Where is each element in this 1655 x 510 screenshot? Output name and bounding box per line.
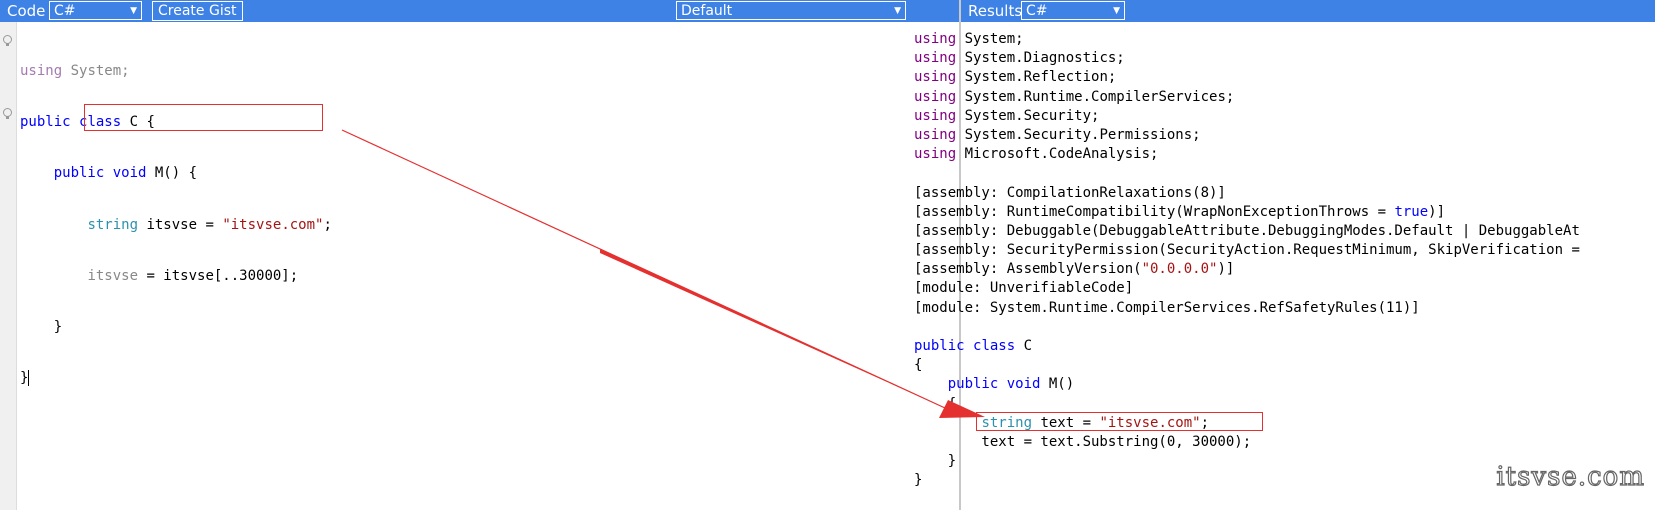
arrow-head [939, 400, 985, 418]
arrow-thin-segment [341, 129, 946, 409]
annotation-arrow [341, 129, 985, 418]
watermark: itsvse.com [1496, 461, 1645, 492]
